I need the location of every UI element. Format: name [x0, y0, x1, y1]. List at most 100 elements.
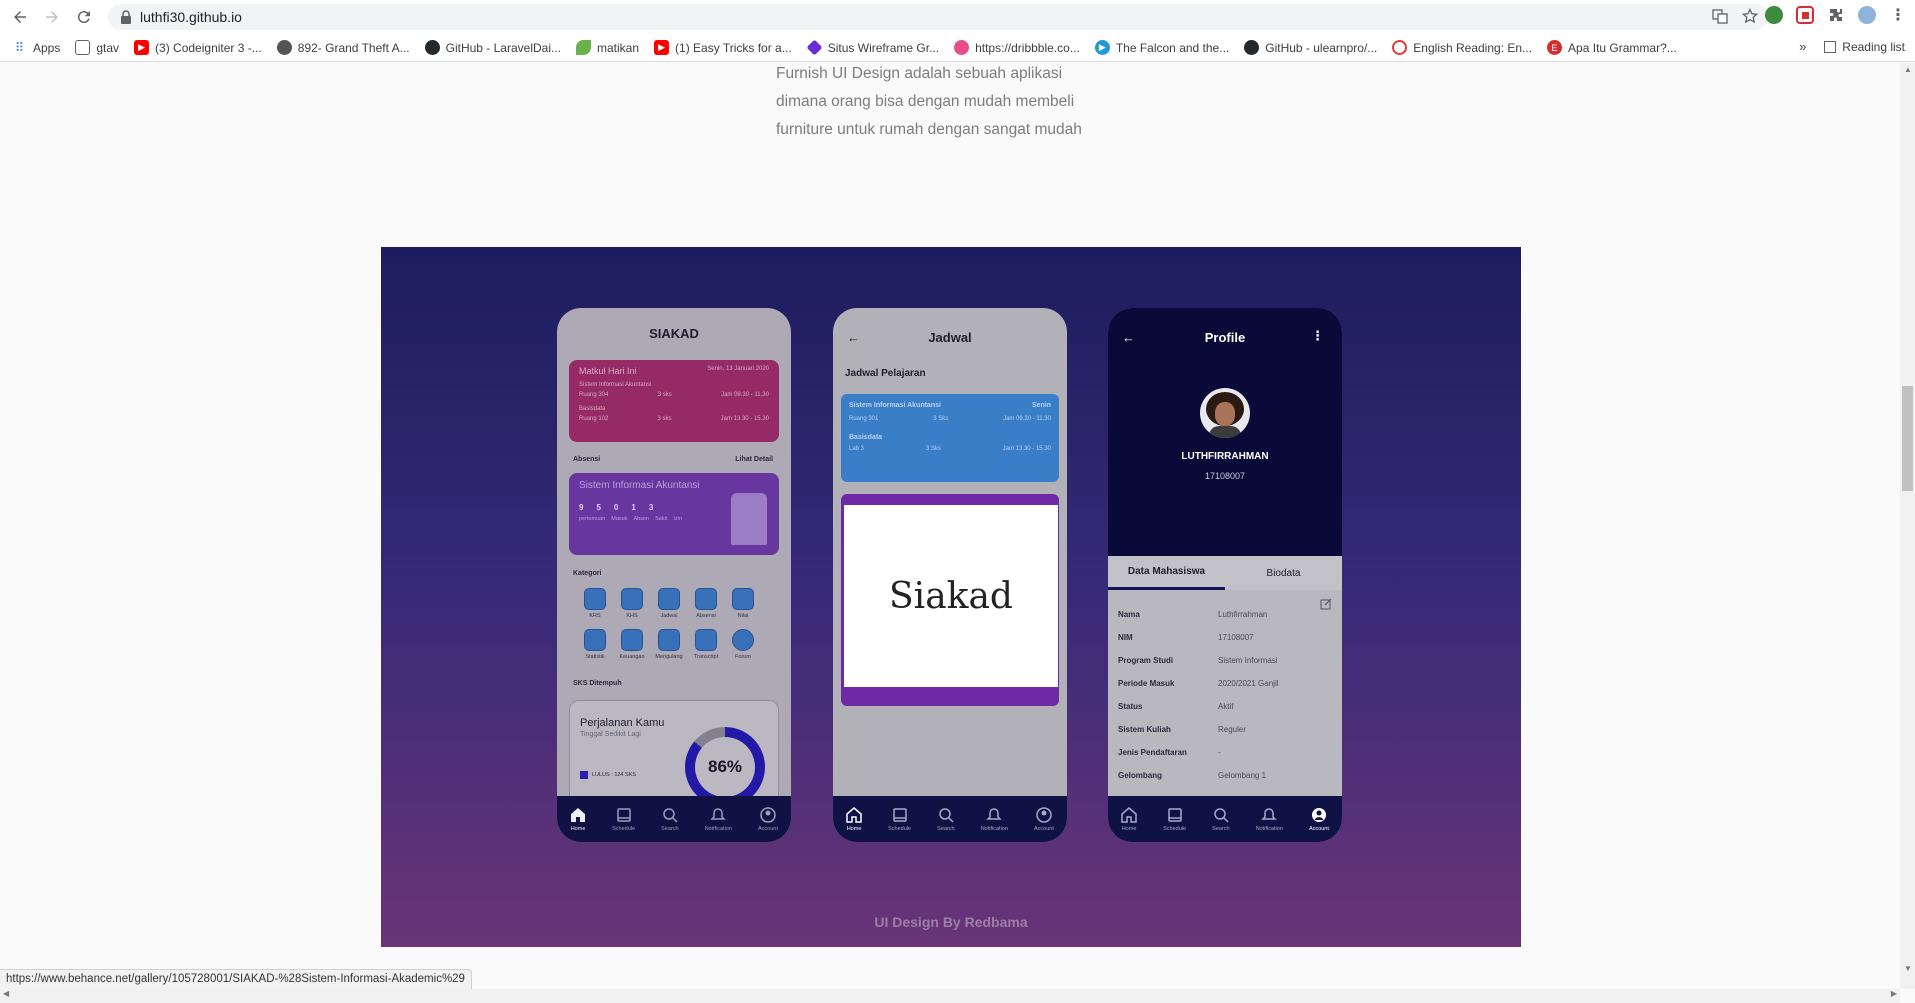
search-icon	[663, 807, 678, 823]
github-icon	[1244, 40, 1260, 55]
tab-schedule[interactable]: Schedule	[1163, 807, 1186, 832]
more-vert-icon[interactable]: ⋮	[1889, 6, 1907, 24]
bottom-tab-bar: Home Schedule Search Notification Accoun…	[1108, 796, 1342, 842]
profile-avatar-icon[interactable]	[1858, 6, 1876, 24]
tab-notification[interactable]: Notification	[981, 807, 1008, 832]
screen-title: Jadwal	[928, 330, 972, 345]
category-absensi[interactable]: Absensi	[688, 588, 724, 619]
extension-globe-icon[interactable]	[1765, 6, 1783, 24]
field-key: Jenis Pendaftaran	[1118, 748, 1187, 757]
tab-notification[interactable]: Notification	[1256, 807, 1283, 832]
course-name: Sistem Informasi Akuntansi	[849, 402, 941, 409]
tab-data-mahasiswa[interactable]: Data Mahasiswa	[1108, 556, 1225, 590]
bookmark-falcon[interactable]: ▶ The Falcon and the...	[1094, 40, 1229, 55]
bookmark-gtav[interactable]: gtav	[75, 40, 119, 55]
reading-list-icon[interactable]	[1824, 40, 1837, 53]
bookmark-wireframe[interactable]: Situs Wireframe Gr...	[806, 39, 939, 56]
bookmark-dribbble[interactable]: https://dribbble.co...	[954, 40, 1080, 55]
see-detail-link[interactable]: Lihat Detail	[735, 456, 773, 463]
tab-search[interactable]: Search	[937, 807, 955, 832]
book-icon	[616, 807, 631, 822]
scroll-up-arrow-icon[interactable]: ▲	[1904, 65, 1912, 74]
more-vert-icon[interactable]: ⋮	[1311, 328, 1324, 344]
field-row: Gelombang Gelombang 1	[1118, 771, 1332, 780]
course-name: Basisdata	[849, 434, 883, 441]
dribbble-icon	[954, 40, 970, 55]
bookmark-codeigniter[interactable]: ▶ (3) Codeigniter 3 -...	[134, 40, 262, 55]
forward-button[interactable]	[36, 1, 68, 33]
tab-schedule[interactable]: Schedule	[888, 807, 911, 832]
bookmark-english-reading[interactable]: English Reading: En...	[1392, 40, 1532, 55]
bookmark-apps[interactable]: ⠿ Apps	[12, 40, 61, 55]
chat-icon	[732, 629, 754, 651]
book-icon	[892, 807, 907, 822]
category-statistik[interactable]: Statistik	[577, 629, 613, 660]
back-button[interactable]	[4, 1, 36, 33]
bookmarks-bar: ⠿ Apps gtav ▶ (3) Codeigniter 3 -... 892- …	[0, 34, 1915, 62]
tab-account[interactable]: Account	[1034, 806, 1054, 832]
vertical-scrollbar[interactable]: ▲ ▼	[1900, 63, 1915, 989]
scroll-down-arrow-icon[interactable]: ▼	[1904, 964, 1912, 973]
tab-search[interactable]: Search	[661, 807, 679, 832]
tab-notification[interactable]: Notification	[705, 807, 732, 832]
tab-account[interactable]: Account	[1309, 807, 1329, 832]
kategori-header: Kategori	[573, 570, 773, 577]
section-label: Absensi	[573, 456, 601, 463]
tab-home[interactable]: Home	[846, 806, 862, 832]
bookmark-github-ulearnpro[interactable]: GitHub - ulearnpro/...	[1244, 40, 1377, 55]
project-title-overlay[interactable]: Siakad	[844, 505, 1058, 687]
youtube-icon: ▶	[654, 40, 670, 55]
category-khs[interactable]: KHS	[614, 588, 650, 619]
scroll-left-arrow-icon[interactable]: ◀	[3, 989, 9, 998]
home-icon	[571, 807, 586, 822]
profile-name: LUTHFIRRAHMAN	[1181, 451, 1269, 462]
star-icon[interactable]	[1742, 8, 1758, 24]
extension-record-icon[interactable]	[1796, 6, 1814, 24]
book-icon	[1167, 807, 1182, 822]
category-forum[interactable]: Forum	[725, 629, 761, 660]
translate-icon[interactable]	[1712, 8, 1728, 24]
field-key: NIM	[1118, 633, 1133, 642]
project-showcase-image[interactable]: SIAKAD Matkul Hari Ini Senin, 13 Januari …	[381, 247, 1521, 947]
page-content: Furnish UI Design adalah sebuah aplikasi…	[0, 63, 1900, 989]
category-mengulang[interactable]: Mengulang	[651, 629, 687, 660]
scroll-right-arrow-icon[interactable]: ▶	[1891, 989, 1897, 998]
home-icon	[846, 806, 862, 823]
lock-icon	[121, 10, 131, 24]
tab-home[interactable]: Home	[1121, 806, 1137, 832]
tab-biodata[interactable]: Biodata	[1225, 556, 1342, 590]
field-row: Status Aktif	[1118, 702, 1332, 711]
category-nilai[interactable]: Nilai	[725, 588, 761, 619]
category-keuangan[interactable]: Keuangan	[614, 629, 650, 660]
category-transcript[interactable]: Transcript	[688, 629, 724, 660]
category-label: Statistik	[585, 654, 605, 660]
tab-home[interactable]: Home	[570, 807, 586, 832]
more-bookmarks-chevron-icon[interactable]: »	[1799, 39, 1806, 54]
reload-button[interactable]	[68, 1, 100, 33]
tab-account[interactable]: Account	[758, 806, 778, 832]
tab-label: Notification	[704, 825, 732, 832]
bookmark-github-laravel[interactable]: GitHub - LaravelDai...	[424, 40, 561, 55]
tab-search[interactable]: Search	[1212, 807, 1230, 832]
category-krs[interactable]: KRS	[577, 588, 613, 619]
phone-home-screen: SIAKAD Matkul Hari Ini Senin, 13 Januari …	[557, 308, 791, 842]
edit-icon[interactable]	[1320, 598, 1332, 610]
puzzle-icon[interactable]	[1827, 6, 1845, 24]
category-jadwal[interactable]: Jadwal	[651, 588, 687, 619]
scrollbar-thumb[interactable]	[1902, 386, 1913, 491]
field-row: Jenis Pendaftaran -	[1118, 748, 1332, 757]
bookmark-grammar[interactable]: E Apa Itu Grammar?...	[1547, 40, 1677, 55]
bookmark-easy-tricks[interactable]: ▶ (1) Easy Tricks for a...	[654, 40, 792, 55]
bookmark-matikan[interactable]: matikan	[576, 40, 639, 55]
reading-list-button[interactable]: Reading list	[1842, 40, 1905, 54]
field-key: Gelombang	[1118, 771, 1163, 780]
horizontal-scrollbar[interactable]: ◀ ▶	[0, 989, 1900, 1003]
tab-label: Schedule	[1163, 825, 1187, 832]
intro-line: Furnish UI Design adalah sebuah aplikasi	[776, 65, 1063, 82]
address-bar[interactable]: luthfi30.github.io	[108, 4, 1768, 30]
tab-label: Schedule	[888, 825, 912, 832]
tab-schedule[interactable]: Schedule	[612, 807, 635, 832]
bookmark-gta[interactable]: 892- Grand Theft A...	[276, 40, 410, 55]
wallet-icon	[621, 629, 643, 651]
phone-schedule-screen: ← Jadwal Jadwal Pelajaran Sistem Informa…	[833, 308, 1067, 842]
